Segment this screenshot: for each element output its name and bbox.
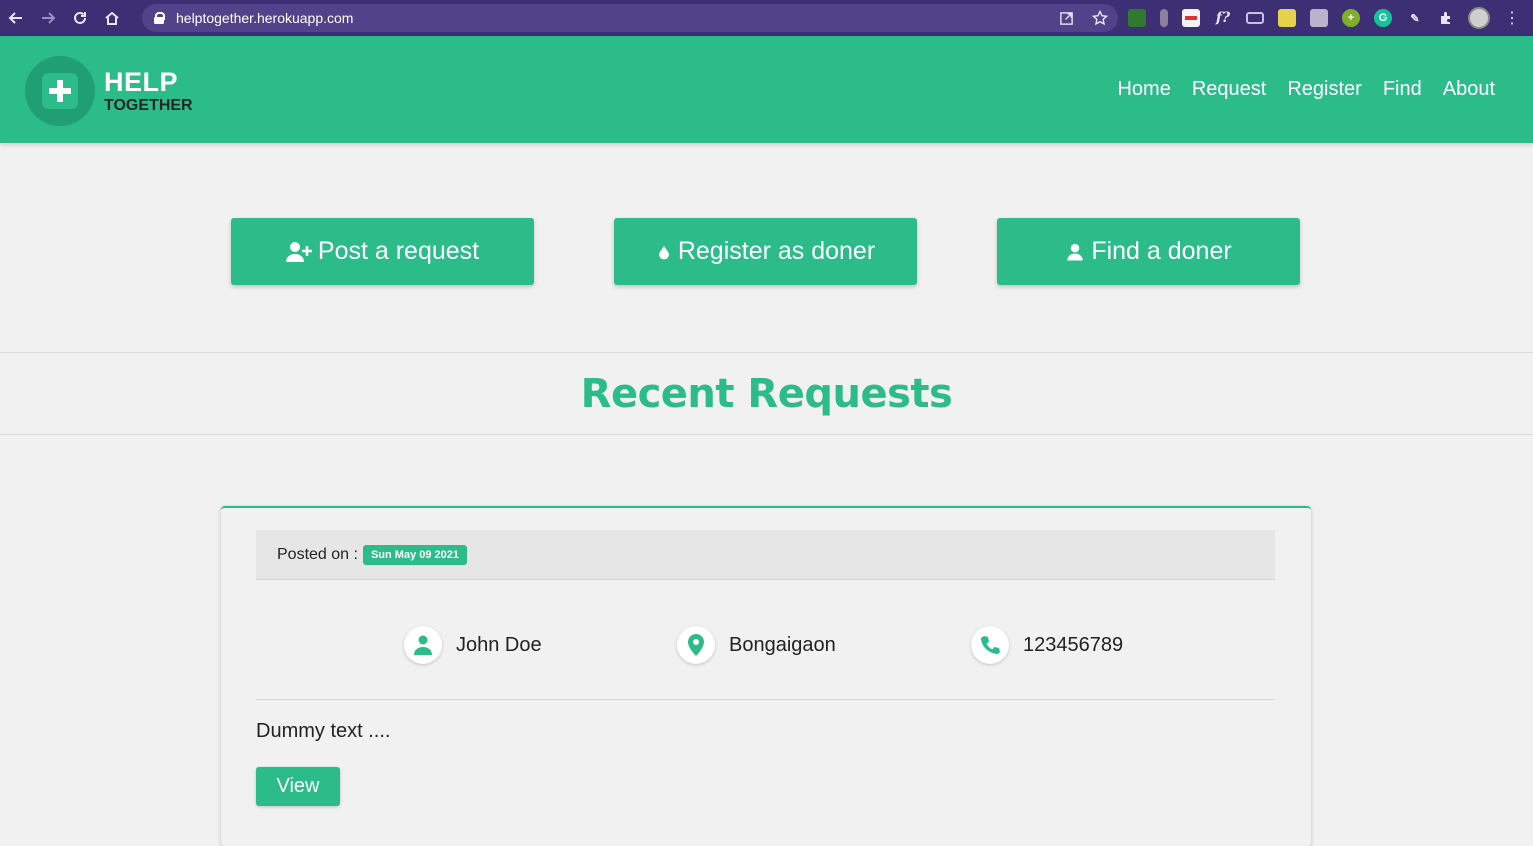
extension-tree-icon[interactable] <box>1128 9 1146 27</box>
section-header: Recent Requests <box>0 352 1533 435</box>
post-request-label: Post a request <box>317 237 480 265</box>
find-doner-button[interactable]: Find a doner <box>997 218 1300 285</box>
extension-note-icon[interactable] <box>1278 9 1296 27</box>
nav-home[interactable]: Home <box>1117 78 1170 101</box>
forward-icon <box>42 12 56 24</box>
extensions-bar: f? + G ✎ ⋮ <box>1128 0 1520 36</box>
posted-label: Posted on : <box>277 545 358 563</box>
url-text[interactable]: helptogether.herokuapp.com <box>176 10 353 26</box>
nav-request[interactable]: Request <box>1192 78 1267 101</box>
browser-toolbar: helptogether.herokuapp.com f? + G ✎ ⋮ <box>0 0 1533 36</box>
requester-location-text: Bongaigaon <box>729 633 836 656</box>
nav-register[interactable]: Register <box>1287 78 1361 101</box>
grammarly-icon[interactable]: G <box>1374 9 1392 27</box>
reload-icon <box>74 11 86 24</box>
logo-title: HELP <box>104 66 179 97</box>
request-description: Dummy text .... <box>256 720 391 742</box>
user-icon <box>1067 243 1084 260</box>
requester-phone-text: 123456789 <box>1023 633 1124 656</box>
share-icon[interactable] <box>1059 11 1074 26</box>
user-icon <box>414 635 432 655</box>
date-badge: Sun May 09 2021 <box>362 544 468 565</box>
phone-icon <box>981 636 1000 654</box>
request-card: Posted on : Sun May 09 2021 John Doe Bon… <box>221 506 1311 846</box>
register-doner-button[interactable]: Register as doner <box>614 218 917 285</box>
extension-bulb-icon[interactable] <box>1160 9 1168 27</box>
extension-calendar-icon[interactable] <box>1182 9 1200 27</box>
view-button[interactable]: View <box>256 767 340 806</box>
section-title: Recent Requests <box>580 370 953 417</box>
back-icon <box>8 12 22 24</box>
location-pin-icon <box>688 634 704 656</box>
requester-name: John Doe <box>404 626 542 664</box>
user-icon-circle <box>404 626 442 664</box>
star-icon[interactable] <box>1092 10 1108 26</box>
droplet-icon <box>658 245 669 259</box>
card-divider <box>256 699 1275 700</box>
action-buttons: Post a request Register as doner Find a … <box>0 218 1533 286</box>
logo-subtitle: TOGETHER <box>104 96 193 114</box>
posted-bar: Posted on : Sun May 09 2021 <box>256 530 1275 580</box>
home-icon <box>105 11 119 25</box>
request-info: John Doe Bongaigaon 123456789 <box>221 626 1311 668</box>
home-button[interactable] <box>96 0 128 36</box>
menu-icon[interactable]: ⋮ <box>1504 8 1520 28</box>
nav-about[interactable]: About <box>1443 78 1495 101</box>
user-plus-icon <box>285 241 312 262</box>
extension-pen-icon[interactable]: ✎ <box>1406 9 1424 27</box>
main-nav: Home Request Register Find About <box>1117 78 1495 101</box>
profile-avatar[interactable] <box>1468 7 1490 29</box>
find-doner-label: Find a doner <box>1091 237 1232 265</box>
location-icon-circle <box>677 626 715 664</box>
extension-plus-icon[interactable]: + <box>1342 9 1360 27</box>
medical-cross-icon <box>42 73 78 109</box>
back-button[interactable] <box>0 0 32 36</box>
extension-window-icon[interactable] <box>1246 12 1264 24</box>
nav-find[interactable]: Find <box>1383 78 1422 101</box>
extension-screen-icon[interactable] <box>1310 9 1328 27</box>
register-doner-label: Register as doner <box>677 237 876 265</box>
reload-button[interactable] <box>64 0 96 36</box>
post-request-button[interactable]: Post a request <box>231 218 534 285</box>
requester-name-text: John Doe <box>456 633 542 656</box>
requester-phone: 123456789 <box>971 626 1123 664</box>
extensions-icon[interactable] <box>1438 10 1454 26</box>
phone-icon-circle <box>971 626 1009 664</box>
lock-icon <box>154 12 165 24</box>
logo-circle <box>25 56 95 126</box>
site-logo[interactable]: HELP TOGETHER <box>25 56 193 126</box>
requester-location: Bongaigaon <box>677 626 836 664</box>
site-header: HELP TOGETHER Home Request Register Find… <box>0 36 1533 143</box>
forward-button[interactable] <box>32 0 64 36</box>
address-bar[interactable]: helptogether.herokuapp.com <box>142 4 1118 32</box>
extension-formula-icon[interactable]: f? <box>1214 9 1232 27</box>
